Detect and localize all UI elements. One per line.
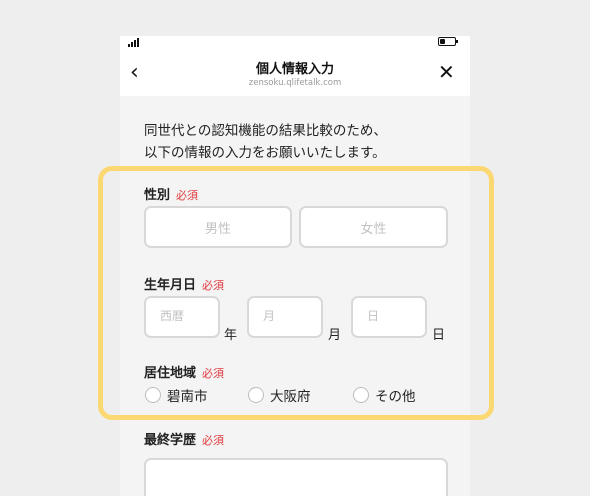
birthdate-label: 生年月日 必須 xyxy=(144,274,224,293)
education-select[interactable] xyxy=(144,458,448,496)
education-label: 最終学歴 必須 xyxy=(144,429,224,448)
radio-label: その他 xyxy=(375,389,416,405)
residence-label: 居住地域 必須 xyxy=(144,362,224,381)
birthdate-label-text: 生年月日 xyxy=(144,278,197,293)
signal-icon xyxy=(128,38,139,47)
month-unit: 月 xyxy=(328,328,342,343)
gender-label: 性別 必須 xyxy=(144,184,198,203)
birth-month-input[interactable]: 月 xyxy=(247,296,323,338)
residence-label-text: 居住地域 xyxy=(144,366,197,381)
intro-line-1: 同世代との認知機能の結果比較のため、 xyxy=(144,123,387,139)
nav-bar: ‹ 個人情報入力 zensoku.qlifetalk.com ✕ xyxy=(120,50,470,96)
required-badge: 必須 xyxy=(202,279,225,292)
gender-female-button[interactable]: 女性 xyxy=(299,206,448,248)
gender-label-text: 性別 xyxy=(144,188,171,203)
status-bar xyxy=(120,36,470,50)
residence-option-other[interactable]: その他 xyxy=(353,385,416,405)
birth-day-input[interactable]: 日 xyxy=(351,296,427,338)
residence-option-osaka[interactable]: 大阪府 xyxy=(248,385,311,405)
close-icon[interactable]: ✕ xyxy=(438,60,455,84)
page-title: 個人情報入力 xyxy=(255,62,334,77)
required-badge: 必須 xyxy=(202,367,225,380)
required-badge: 必須 xyxy=(176,189,199,202)
required-badge: 必須 xyxy=(202,434,225,447)
radio-label: 大阪府 xyxy=(270,389,311,405)
education-label-text: 最終学歴 xyxy=(144,433,197,448)
gender-male-button[interactable]: 男性 xyxy=(144,206,292,248)
page-url: zensoku.qlifetalk.com xyxy=(248,78,342,88)
battery-icon xyxy=(438,37,458,46)
year-unit: 年 xyxy=(224,328,238,343)
birth-year-input[interactable]: 西暦 xyxy=(144,296,220,338)
residence-option-hekinan[interactable]: 碧南市 xyxy=(145,385,208,405)
intro-line-2: 以下の情報の入力をお願いいたします。 xyxy=(144,145,386,161)
intro-text: 同世代との認知機能の結果比較のため、 以下の情報の入力をお願いいたします。 xyxy=(144,120,454,164)
radio-circle-icon xyxy=(145,387,161,403)
radio-circle-icon xyxy=(248,387,264,403)
phone-screen: ‹ 個人情報入力 zensoku.qlifetalk.com ✕ 同世代との認知… xyxy=(120,36,470,496)
screenshot-card: ‹ 個人情報入力 zensoku.qlifetalk.com ✕ 同世代との認知… xyxy=(0,0,590,496)
day-unit: 日 xyxy=(432,328,446,343)
radio-circle-icon xyxy=(353,387,369,403)
radio-label: 碧南市 xyxy=(167,389,208,405)
